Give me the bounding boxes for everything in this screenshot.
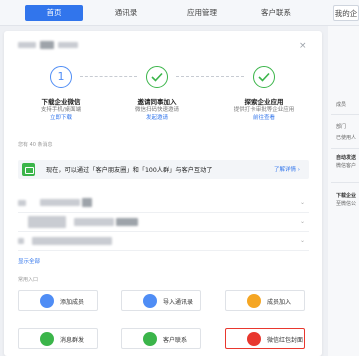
side-used-label: 已使用人	[336, 135, 357, 141]
user-icon	[247, 294, 261, 308]
common-entries-label: 常用入口	[18, 277, 39, 283]
step-2-subtitle: 微信扫码快速邀请	[134, 107, 179, 113]
add-member-button[interactable]: 添加成员	[18, 290, 98, 311]
import-contacts-button[interactable]: 导入通讯录	[121, 290, 201, 311]
send-invite-link[interactable]: 发起邀请	[122, 113, 192, 121]
import-contacts-label: 导入通讯录	[163, 299, 194, 306]
mass-message-button[interactable]: 消息群发	[18, 328, 98, 349]
message-row[interactable]: ⌄	[18, 213, 309, 232]
redacted-text	[40, 41, 54, 49]
step-1-icon: 1	[50, 66, 72, 88]
divider	[331, 182, 359, 183]
check-icon	[253, 66, 275, 88]
divider	[331, 114, 359, 115]
chevron-down-icon[interactable]: ⌄	[300, 199, 305, 206]
show-all-link[interactable]: 显示全部	[18, 257, 40, 265]
side-download: 下载企业	[336, 193, 357, 199]
customer-icon	[143, 332, 157, 346]
mass-message-label: 消息群发	[60, 337, 85, 344]
redacted-text	[40, 199, 80, 206]
side-wechat-customer: 微信客户	[336, 163, 357, 169]
close-icon[interactable]: ×	[299, 41, 307, 51]
step-1-subtitle: 支持手机/桌面端	[40, 107, 82, 113]
redacted-text	[116, 218, 138, 226]
tab-my-company[interactable]: 我的企	[333, 5, 359, 21]
customer-contact-button[interactable]: 客户联系	[121, 328, 201, 349]
red-packet-cover-label: 微信红包封面	[267, 337, 304, 344]
member-join-label: 成员加入	[267, 299, 292, 306]
chat-icon	[22, 163, 35, 176]
customer-contact-label: 客户联系	[163, 337, 188, 344]
messages-count-label: 您有 40 条消息	[18, 142, 53, 148]
tab-customer-contact[interactable]: 客户联系	[247, 5, 305, 21]
message-row[interactable]: ⌄	[18, 232, 309, 251]
learn-more-link[interactable]: 了解详情 ›	[274, 165, 300, 173]
redacted-text	[18, 200, 26, 206]
side-company: 至微信公	[336, 201, 357, 207]
tab-contacts[interactable]: 通讯录	[97, 5, 155, 21]
step-3-subtitle: 提供打卡审批等企业应用	[233, 107, 295, 113]
redacted-text	[74, 218, 114, 226]
side-panel: 成员 部门 已使用人 自动发送 微信客户 下载企业 至微信公	[328, 26, 359, 356]
check-icon	[146, 66, 168, 88]
red-packet-cover-button[interactable]: 微信红包封面	[225, 328, 305, 349]
redacted-text	[18, 42, 36, 48]
redacted-text	[28, 216, 66, 228]
step-connector	[176, 76, 244, 77]
member-join-button[interactable]: 成员加入	[225, 290, 305, 311]
add-user-icon	[40, 294, 54, 308]
download-now-link[interactable]: 立即下载	[26, 113, 96, 121]
step-connector	[80, 76, 137, 77]
message-row[interactable]: ⌄	[18, 194, 309, 213]
red-packet-icon	[247, 332, 261, 346]
add-member-label: 添加成员	[60, 299, 85, 306]
tab-home[interactable]: 首页	[25, 5, 83, 21]
tab-app-management[interactable]: 应用管理	[173, 5, 231, 21]
redacted-text	[18, 238, 24, 244]
redacted-text	[58, 42, 78, 48]
onboarding-card: × 1 下载企业微信 支持手机/桌面端 立即下载 邀请同事加入 微信扫码快速邀请…	[4, 31, 322, 356]
notice-banner[interactable]: 现在，可以通过「客户朋友圈」和「100人群」与客户互动了 了解详情 ›	[18, 160, 309, 179]
import-icon	[143, 294, 157, 308]
go-view-link[interactable]: 前往查看	[229, 113, 299, 121]
redacted-text	[82, 198, 92, 207]
message-icon	[40, 332, 54, 346]
side-auto-send: 自动发送	[336, 155, 357, 161]
divider	[331, 148, 359, 149]
side-dept-label: 部门	[336, 124, 347, 130]
chevron-down-icon[interactable]: ⌄	[300, 218, 305, 225]
redacted-text	[32, 237, 112, 245]
top-navigation: 首页 通讯录 应用管理 客户联系 我的企	[0, 0, 359, 26]
side-member-label: 成员	[336, 102, 347, 108]
chevron-down-icon[interactable]: ⌄	[300, 237, 305, 244]
notice-text: 现在，可以通过「客户朋友圈」和「100人群」与客户互动了	[46, 167, 213, 174]
